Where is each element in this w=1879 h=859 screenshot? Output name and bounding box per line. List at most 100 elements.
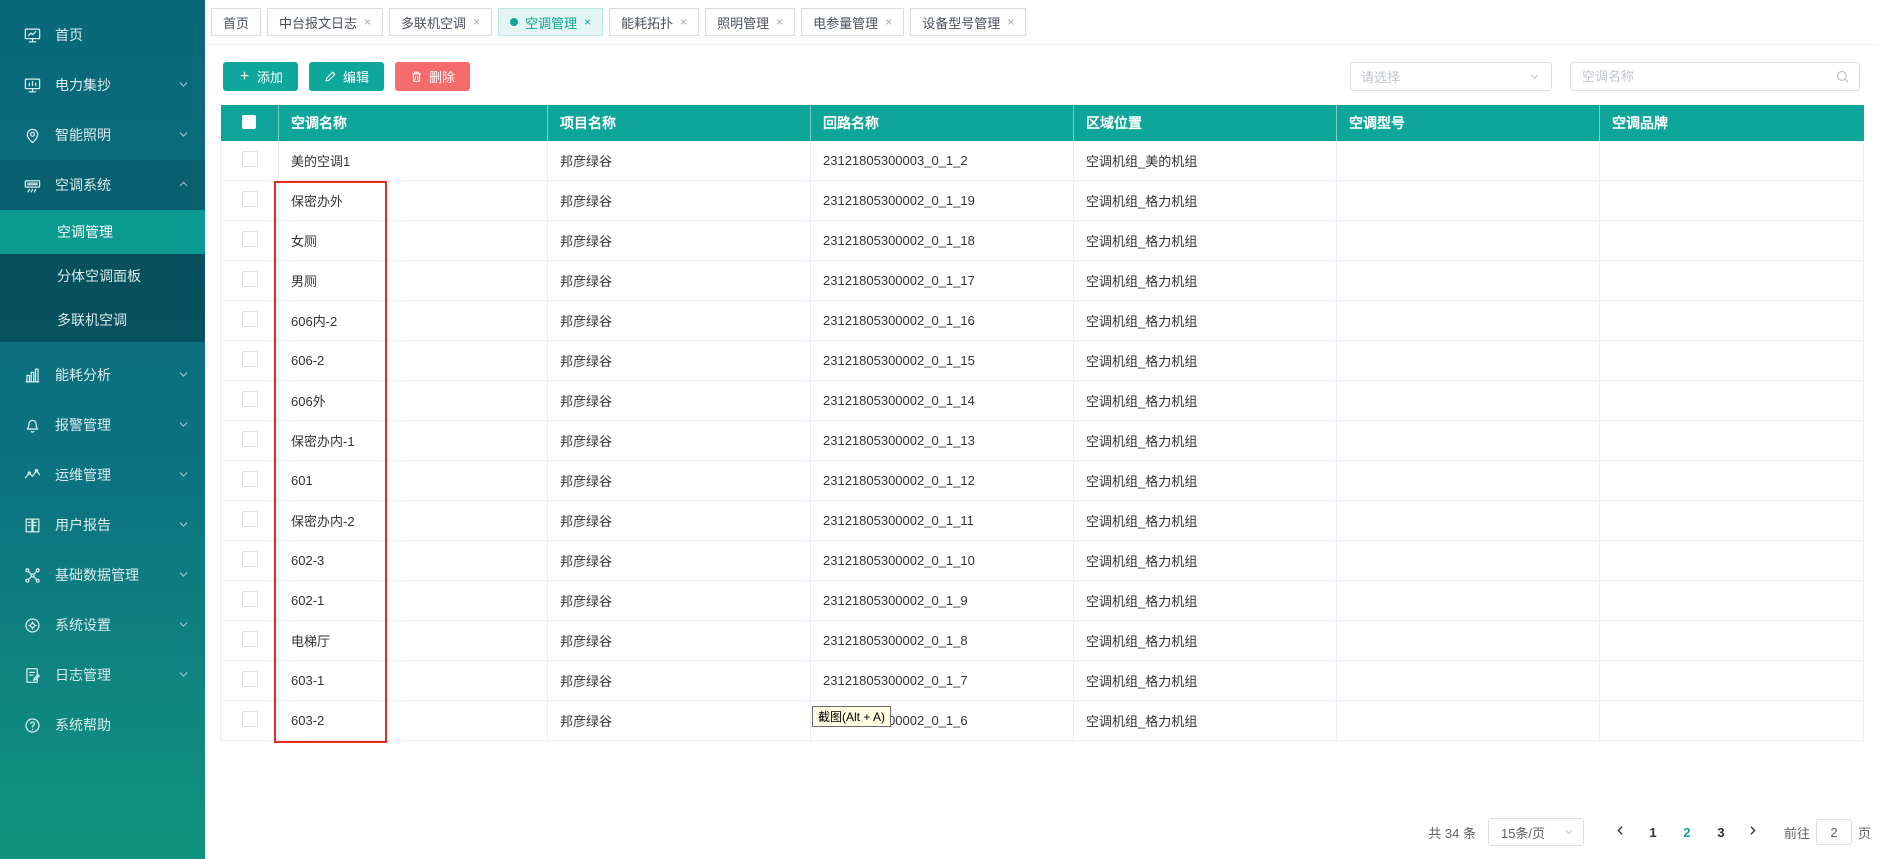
tab-首页[interactable]: 首页 xyxy=(211,8,262,36)
close-icon[interactable]: × xyxy=(1007,16,1014,28)
row-checkbox[interactable] xyxy=(241,591,258,607)
sidebar-item-能耗分析[interactable]: 能耗分析 xyxy=(0,350,205,400)
edit-button[interactable]: 编辑 xyxy=(309,62,385,91)
next-page-button[interactable] xyxy=(1738,824,1768,840)
sidebar-item-电力集抄[interactable]: 电力集抄 xyxy=(0,60,205,110)
power-meter-icon xyxy=(22,75,42,95)
search-input[interactable] xyxy=(1580,68,1835,85)
chevron-down-icon xyxy=(177,568,191,582)
cell-project: 邦彦绿谷 xyxy=(547,620,811,661)
page-number-1[interactable]: 1 xyxy=(1636,825,1670,840)
sidebar-item-基础数据管理[interactable]: 基础数据管理 xyxy=(0,550,205,600)
sidebar-item-系统帮助[interactable]: 系统帮助 xyxy=(0,700,205,750)
sidebar-item-label: 能耗分析 xyxy=(55,367,111,383)
sidebar-menu: 首页 电力集抄 智能照明 空调系统 空调管理 分体空调面板 多联机空调 能耗分析 报… xyxy=(0,0,205,750)
cell-project: 邦彦绿谷 xyxy=(547,340,811,381)
close-icon[interactable]: × xyxy=(584,16,591,28)
tab-空调管理[interactable]: 空调管理 × xyxy=(498,8,604,36)
cell-project: 邦彦绿谷 xyxy=(547,460,811,501)
user-report-icon xyxy=(22,515,42,535)
close-icon[interactable]: × xyxy=(885,16,892,28)
tab-设备型号管理[interactable]: 设备型号管理 × xyxy=(910,8,1027,36)
row-checkbox[interactable] xyxy=(241,551,258,567)
tab-中台报文日志[interactable]: 中台报文日志 × xyxy=(267,8,384,36)
goto-unit: 页 xyxy=(1857,825,1871,841)
cell-project: 邦彦绿谷 xyxy=(547,660,811,701)
sidebar-subitem-空调管理[interactable]: 空调管理 xyxy=(0,210,205,254)
close-icon[interactable]: × xyxy=(364,16,371,28)
row-checkbox[interactable] xyxy=(241,151,258,167)
delete-button[interactable]: 删除 xyxy=(395,62,471,91)
cell-area: 空调机组_格力机组 xyxy=(1073,620,1337,661)
project-select[interactable]: 请选择 xyxy=(1350,62,1552,91)
row-checkbox[interactable] xyxy=(241,631,258,647)
tab-label: 照明管理 xyxy=(717,15,770,31)
table-row: 保密办内-2 邦彦绿谷 23121805300002_0_1_11 空调机组_格… xyxy=(220,500,1864,541)
cell-circuit: 23121805300002_0_1_18 xyxy=(810,220,1074,261)
cell-model xyxy=(1336,340,1600,381)
prev-page-button[interactable] xyxy=(1606,824,1636,840)
sidebar-item-用户报告[interactable]: 用户报告 xyxy=(0,500,205,550)
sidebar-item-智能照明[interactable]: 智能照明 xyxy=(0,110,205,160)
close-icon[interactable]: × xyxy=(776,16,783,28)
cell-ac-name: 保密办外 xyxy=(278,180,548,221)
row-checkbox[interactable] xyxy=(241,671,258,687)
row-checkbox[interactable] xyxy=(241,711,258,727)
tab-多联机空调[interactable]: 多联机空调 × xyxy=(389,8,493,36)
cell-circuit: 23121805300002_0_1_15 xyxy=(810,340,1074,381)
cell-model xyxy=(1336,180,1600,221)
sidebar-item-首页[interactable]: 首页 xyxy=(0,10,205,60)
row-checkbox[interactable] xyxy=(241,231,258,247)
row-checkbox[interactable] xyxy=(241,191,258,207)
ac-table-wrap: 空调名称 项目名称 回路名称 区域位置 空调型号 空调品牌 美的空调1 邦彦绿谷 2312… xyxy=(220,105,1864,741)
cell-project: 邦彦绿谷 xyxy=(547,180,811,221)
search-icon[interactable] xyxy=(1835,69,1850,84)
add-button[interactable]: + 添加 xyxy=(223,62,299,91)
row-checkbox[interactable] xyxy=(241,391,258,407)
cell-ac-name: 606内-2 xyxy=(278,300,548,341)
sidebar-item-日志管理[interactable]: 日志管理 xyxy=(0,650,205,700)
row-checkbox[interactable] xyxy=(241,351,258,367)
row-checkbox-cell xyxy=(220,380,279,421)
tab-照明管理[interactable]: 照明管理 × xyxy=(705,8,796,36)
tab-电参量管理[interactable]: 电参量管理 × xyxy=(801,8,905,36)
cell-ac-name: 603-2 xyxy=(278,700,548,741)
page-size-select[interactable]: 15条/页 xyxy=(1487,818,1584,846)
sidebar-item-系统设置[interactable]: 系统设置 xyxy=(0,600,205,650)
table-row: 保密办内-1 邦彦绿谷 23121805300002_0_1_13 空调机组_格… xyxy=(220,420,1864,461)
sidebar-subitem-多联机空调[interactable]: 多联机空调 xyxy=(0,298,205,342)
smart-lighting-icon xyxy=(22,125,42,145)
goto-page-input[interactable] xyxy=(1815,819,1852,845)
cell-project: 邦彦绿谷 xyxy=(547,580,811,621)
cell-model xyxy=(1336,141,1600,181)
sidebar-item-运维管理[interactable]: 运维管理 xyxy=(0,450,205,500)
row-checkbox[interactable] xyxy=(241,471,258,487)
table-row: 603-2 邦彦绿谷 23121805300002_0_1_6 空调机组_格力机… xyxy=(220,700,1864,741)
cell-ac-name: 606外 xyxy=(278,380,548,421)
tab-能耗拓扑[interactable]: 能耗拓扑 × xyxy=(609,8,700,36)
row-checkbox-cell xyxy=(220,180,279,221)
delete-button-label: 删除 xyxy=(429,70,456,85)
total-count: 共 34 条 xyxy=(1428,825,1476,841)
cell-brand xyxy=(1599,540,1864,581)
cell-model xyxy=(1336,660,1600,701)
row-checkbox[interactable] xyxy=(241,511,258,527)
page-size-label: 15条/页 xyxy=(1500,825,1546,841)
page-number-3[interactable]: 3 xyxy=(1704,825,1738,840)
row-checkbox[interactable] xyxy=(241,311,258,327)
chevron-down-icon xyxy=(1563,826,1575,838)
sidebar-subitem-分体空调面板[interactable]: 分体空调面板 xyxy=(0,254,205,298)
row-checkbox[interactable] xyxy=(241,271,258,287)
close-icon[interactable]: × xyxy=(473,16,480,28)
sidebar-item-报警管理[interactable]: 报警管理 xyxy=(0,400,205,450)
row-checkbox[interactable] xyxy=(241,431,258,447)
cell-circuit: 23121805300002_0_1_12 xyxy=(810,460,1074,501)
cell-area: 空调机组_格力机组 xyxy=(1073,340,1337,381)
select-all-checkbox[interactable] xyxy=(242,114,257,129)
table-row: 602-1 邦彦绿谷 23121805300002_0_1_9 空调机组_格力机… xyxy=(220,580,1864,621)
sidebar-item-空调系统[interactable]: 空调系统 xyxy=(0,160,205,210)
close-icon[interactable]: × xyxy=(680,16,687,28)
page-number-2[interactable]: 2 xyxy=(1670,825,1704,840)
cell-area: 空调机组_格力机组 xyxy=(1073,180,1337,221)
cell-circuit: 23121805300002_0_1_10 xyxy=(810,540,1074,581)
